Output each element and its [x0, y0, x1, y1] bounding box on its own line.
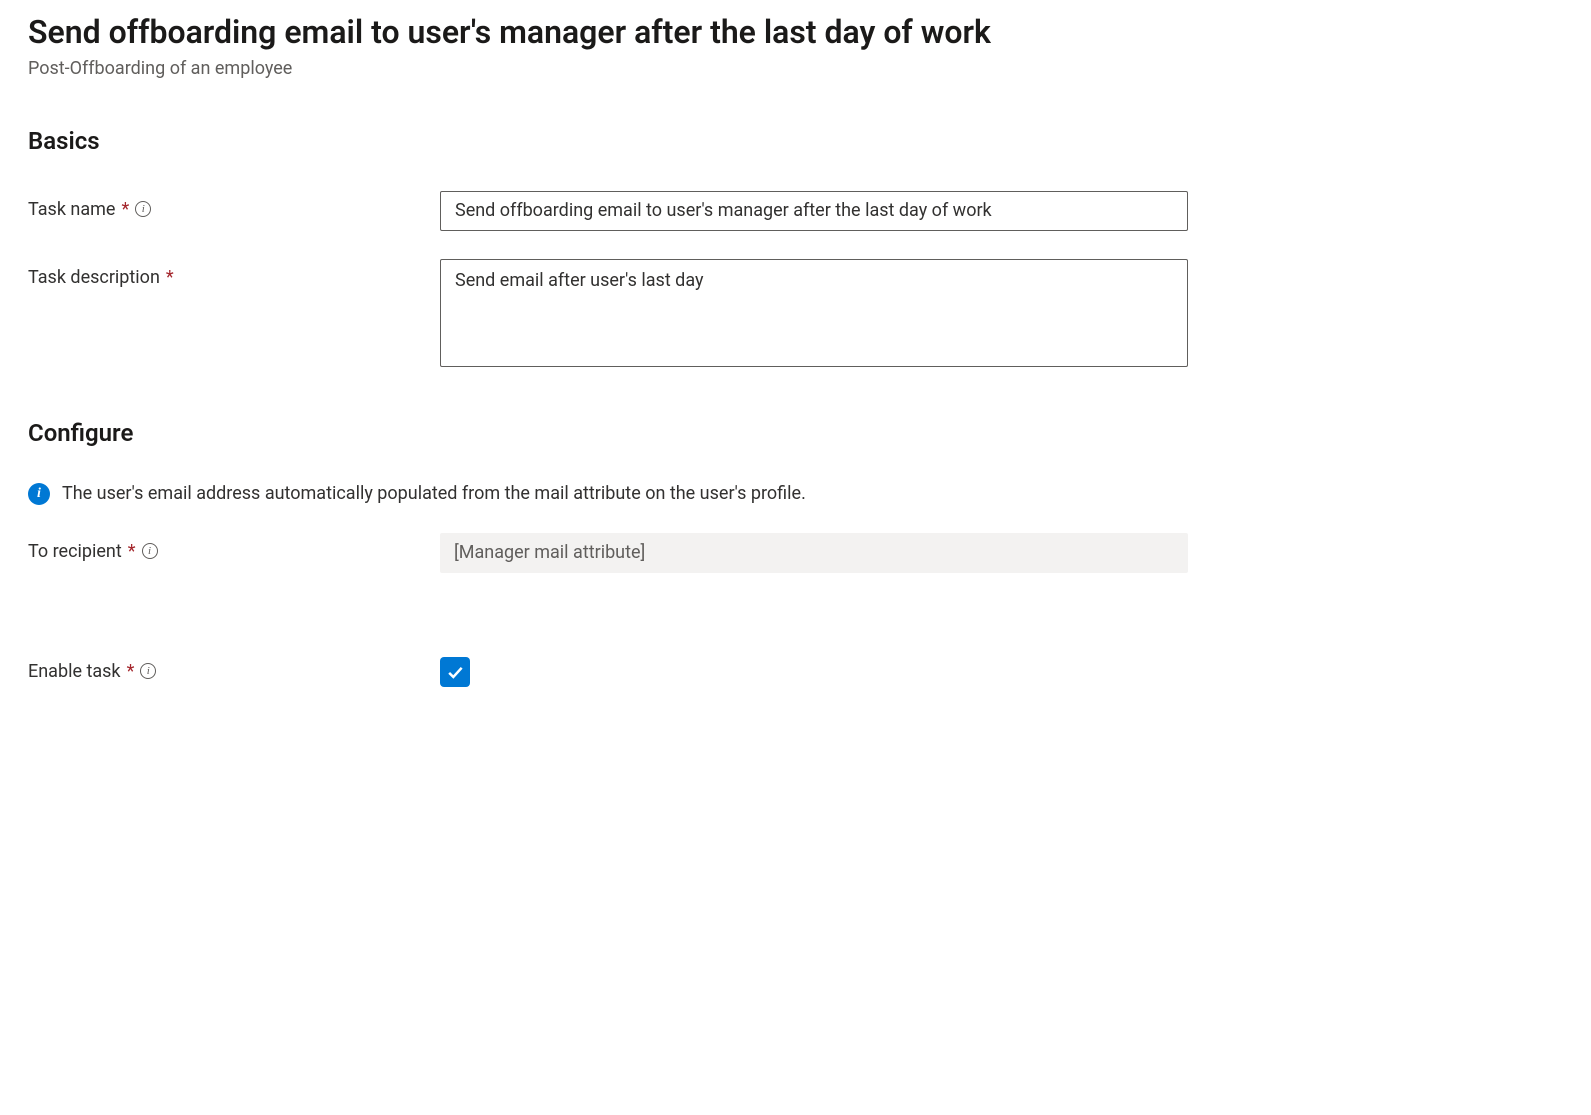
row-to-recipient: To recipient * i [Manager mail attribute… [28, 533, 1563, 573]
label-enable-task-text: Enable task [28, 661, 121, 682]
required-asterisk: * [128, 541, 136, 562]
label-task-name: Task name * i [28, 191, 440, 220]
label-task-name-text: Task name [28, 199, 115, 220]
row-task-name: Task name * i [28, 191, 1563, 231]
label-enable-task: Enable task * i [28, 657, 440, 682]
label-to-recipient-text: To recipient [28, 541, 122, 562]
row-task-description: Task description * [28, 259, 1563, 371]
page-subtitle: Post-Offboarding of an employee [28, 58, 1563, 79]
section-configure-title: Configure [28, 419, 1563, 447]
to-recipient-field: [Manager mail attribute] [440, 533, 1188, 573]
label-task-description: Task description * [28, 259, 440, 288]
enable-task-checkbox[interactable] [440, 657, 470, 687]
info-banner: i The user's email address automatically… [28, 483, 1563, 505]
info-icon[interactable]: i [140, 663, 156, 679]
info-icon[interactable]: i [142, 543, 158, 559]
task-name-input[interactable] [440, 191, 1188, 231]
info-icon[interactable]: i [135, 201, 151, 217]
label-to-recipient: To recipient * i [28, 533, 440, 562]
info-filled-icon: i [28, 483, 50, 505]
required-asterisk: * [127, 661, 135, 682]
page-title: Send offboarding email to user's manager… [28, 12, 1563, 54]
checkmark-icon [445, 662, 465, 682]
info-banner-text: The user's email address automatically p… [62, 483, 806, 504]
section-basics-title: Basics [28, 127, 1563, 155]
row-enable-task: Enable task * i [28, 657, 1563, 687]
required-asterisk: * [166, 267, 174, 288]
task-description-input[interactable] [440, 259, 1188, 367]
required-asterisk: * [121, 199, 129, 220]
label-task-description-text: Task description [28, 267, 160, 288]
